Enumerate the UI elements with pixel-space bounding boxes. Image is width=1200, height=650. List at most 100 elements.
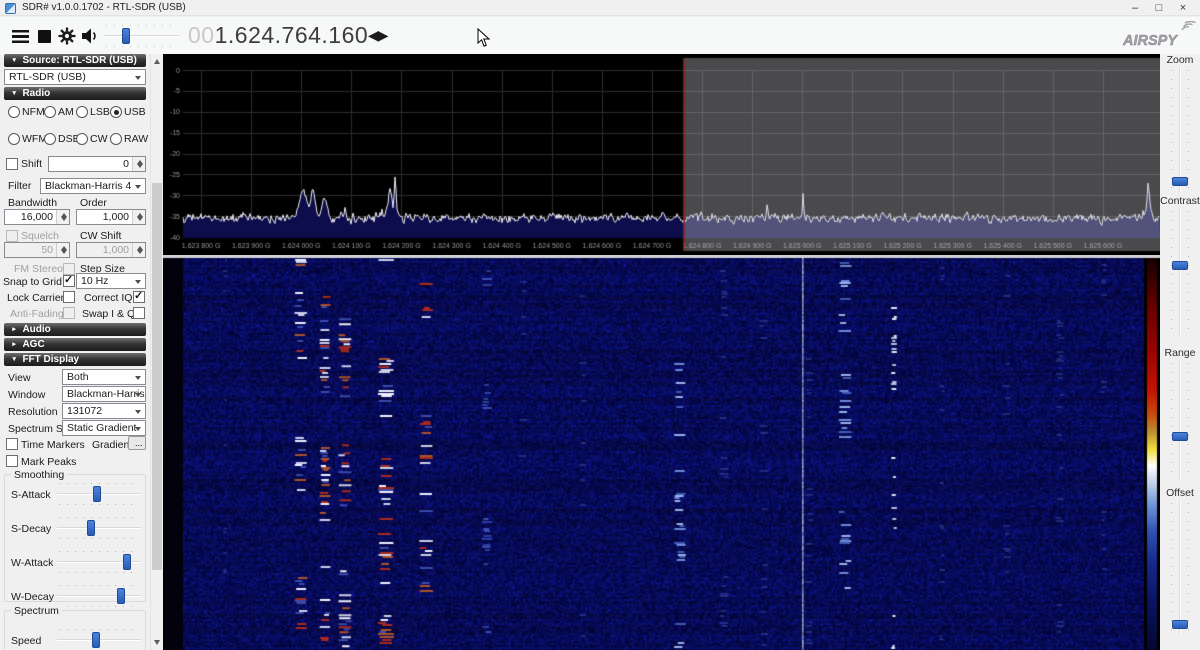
speed-label: Speed xyxy=(11,635,41,647)
mark-peaks-checkbox[interactable] xyxy=(6,455,18,467)
waterfall-display[interactable] xyxy=(163,255,1160,650)
expand-arrow-icon: ► xyxy=(11,323,17,336)
s-decay-slider[interactable] xyxy=(57,517,141,539)
resolution-dropdown[interactable]: 131072 xyxy=(62,403,146,419)
swap-iq-checkbox[interactable] xyxy=(133,307,145,319)
airspy-logo-text: AIRSPY xyxy=(1122,33,1178,49)
time-markers-checkbox[interactable] xyxy=(6,438,18,450)
gradient-edit-button[interactable]: ... xyxy=(128,436,146,450)
speed-slider[interactable] xyxy=(57,629,141,650)
audio-mute-button[interactable] xyxy=(78,24,102,48)
minimize-button[interactable]: – xyxy=(1124,0,1146,16)
w-attack-slider-thumb[interactable] xyxy=(123,554,131,570)
source-device-dropdown[interactable]: RTL-SDR (USB) xyxy=(4,69,146,85)
contrast-slider[interactable] xyxy=(1171,209,1189,335)
slider-ticks xyxy=(106,46,178,47)
panel-header-radio[interactable]: ▼Radio xyxy=(4,87,146,100)
maximize-button[interactable]: □ xyxy=(1148,0,1170,16)
chevron-down-icon xyxy=(135,393,141,397)
spectrum-display[interactable] xyxy=(163,54,1160,255)
settings-button[interactable] xyxy=(55,24,79,48)
w-decay-slider-thumb[interactable] xyxy=(117,588,125,604)
order-spinner[interactable]: 1,000 xyxy=(76,209,146,225)
squelch-spinner: 50 xyxy=(4,242,70,258)
w-decay-slider[interactable] xyxy=(57,585,141,607)
range-slider-thumb[interactable] xyxy=(1172,432,1188,441)
mode-radio-usb[interactable] xyxy=(110,106,122,118)
spinner-arrows-icon[interactable] xyxy=(132,157,145,171)
squelch-checkbox[interactable] xyxy=(6,230,18,242)
lock-carrier-label: Lock Carrier xyxy=(7,292,64,304)
lock-carrier-checkbox[interactable] xyxy=(63,291,75,303)
mode-radio-raw[interactable] xyxy=(110,133,122,145)
step-left-icon[interactable]: ◀ xyxy=(368,27,378,43)
filter-dropdown[interactable]: Blackman-Harris 4 xyxy=(40,178,146,194)
slider-track xyxy=(104,35,180,37)
view-dropdown[interactable]: Both xyxy=(62,369,146,385)
w-attack-slider[interactable] xyxy=(57,551,141,573)
slider-ticks xyxy=(1171,211,1172,333)
scrollbar-thumb[interactable] xyxy=(152,183,162,570)
bandwidth-spinner[interactable]: 16,000 xyxy=(4,209,70,225)
mode-label: AM xyxy=(58,106,74,118)
mode-label: NFM xyxy=(22,106,45,118)
snap-to-grid-checkbox[interactable] xyxy=(63,275,75,287)
step-right-icon[interactable]: ▶ xyxy=(378,27,388,43)
frequency-step-buttons[interactable]: ◀▶ xyxy=(368,27,388,44)
mode-radio-wfm[interactable] xyxy=(8,133,20,145)
w-attack-label: W-Attack xyxy=(11,557,53,569)
cw-shift-label: CW Shift xyxy=(80,230,121,242)
s-attack-label: S-Attack xyxy=(11,489,51,501)
slider-ticks xyxy=(59,538,139,539)
stop-button[interactable] xyxy=(32,24,56,48)
volume-slider[interactable] xyxy=(104,25,180,47)
shift-spinner[interactable]: 0 xyxy=(48,156,146,172)
mode-radio-lsb[interactable] xyxy=(76,106,88,118)
app-icon xyxy=(5,3,16,14)
frequency-display[interactable]: 001.624.764.160 xyxy=(188,22,368,49)
squelch-label: Squelch xyxy=(21,230,59,242)
range-slider[interactable] xyxy=(1171,361,1189,480)
spinner-arrows-icon[interactable] xyxy=(132,210,145,224)
s-attack-slider-thumb[interactable] xyxy=(93,486,101,502)
offset-slider-thumb[interactable] xyxy=(1172,620,1188,629)
chevron-down-icon xyxy=(135,410,141,414)
panel-header-source[interactable]: ▼Source: RTL-SDR (USB) xyxy=(4,54,146,67)
volume-slider-thumb[interactable] xyxy=(122,28,130,44)
scroll-down-icon[interactable] xyxy=(154,640,160,645)
menu-button[interactable] xyxy=(8,24,32,48)
sidebar-scrollbar[interactable] xyxy=(150,54,163,650)
chevron-down-icon xyxy=(135,280,141,284)
window-dropdown[interactable]: Blackman-Harris 4 xyxy=(62,386,146,402)
slider-ticks xyxy=(59,629,139,630)
cw-shift-spinner: 1,000 xyxy=(76,242,146,258)
s-attack-slider[interactable] xyxy=(57,483,141,505)
mode-radio-nfm[interactable] xyxy=(8,106,20,118)
mode-label: CW xyxy=(90,133,108,145)
contrast-slider-thumb[interactable] xyxy=(1172,261,1188,270)
offset-slider[interactable] xyxy=(1171,501,1189,634)
spectrum-style-dropdown[interactable]: Static Gradient xyxy=(62,420,146,436)
zoom-slider-thumb[interactable] xyxy=(1172,177,1188,186)
offset-label: Offset xyxy=(1160,487,1200,499)
speed-slider-thumb[interactable] xyxy=(92,632,100,648)
step-size-dropdown[interactable]: 10 Hz xyxy=(76,273,146,289)
mode-radio-dsb[interactable] xyxy=(44,133,56,145)
resolution-label: Resolution xyxy=(8,406,58,418)
panel-header-agc[interactable]: ►AGC xyxy=(4,338,146,351)
s-decay-slider-thumb[interactable] xyxy=(87,520,95,536)
scroll-up-icon[interactable] xyxy=(154,59,160,64)
panel-header-fft-display[interactable]: ▼FFT Display xyxy=(4,353,146,366)
anti-fading-checkbox[interactable] xyxy=(63,307,75,319)
shift-checkbox[interactable] xyxy=(6,158,18,170)
panel-header-audio[interactable]: ►Audio xyxy=(4,323,146,336)
slider-track xyxy=(57,527,141,529)
zoom-slider[interactable] xyxy=(1171,68,1189,192)
close-button[interactable]: × xyxy=(1172,0,1194,16)
slider-track xyxy=(57,595,141,597)
mode-radio-am[interactable] xyxy=(44,106,56,118)
s-decay-label: S-Decay xyxy=(11,523,51,535)
mode-radio-cw[interactable] xyxy=(76,133,88,145)
correct-iq-checkbox[interactable] xyxy=(133,291,145,303)
spinner-arrows-icon[interactable] xyxy=(56,210,69,224)
